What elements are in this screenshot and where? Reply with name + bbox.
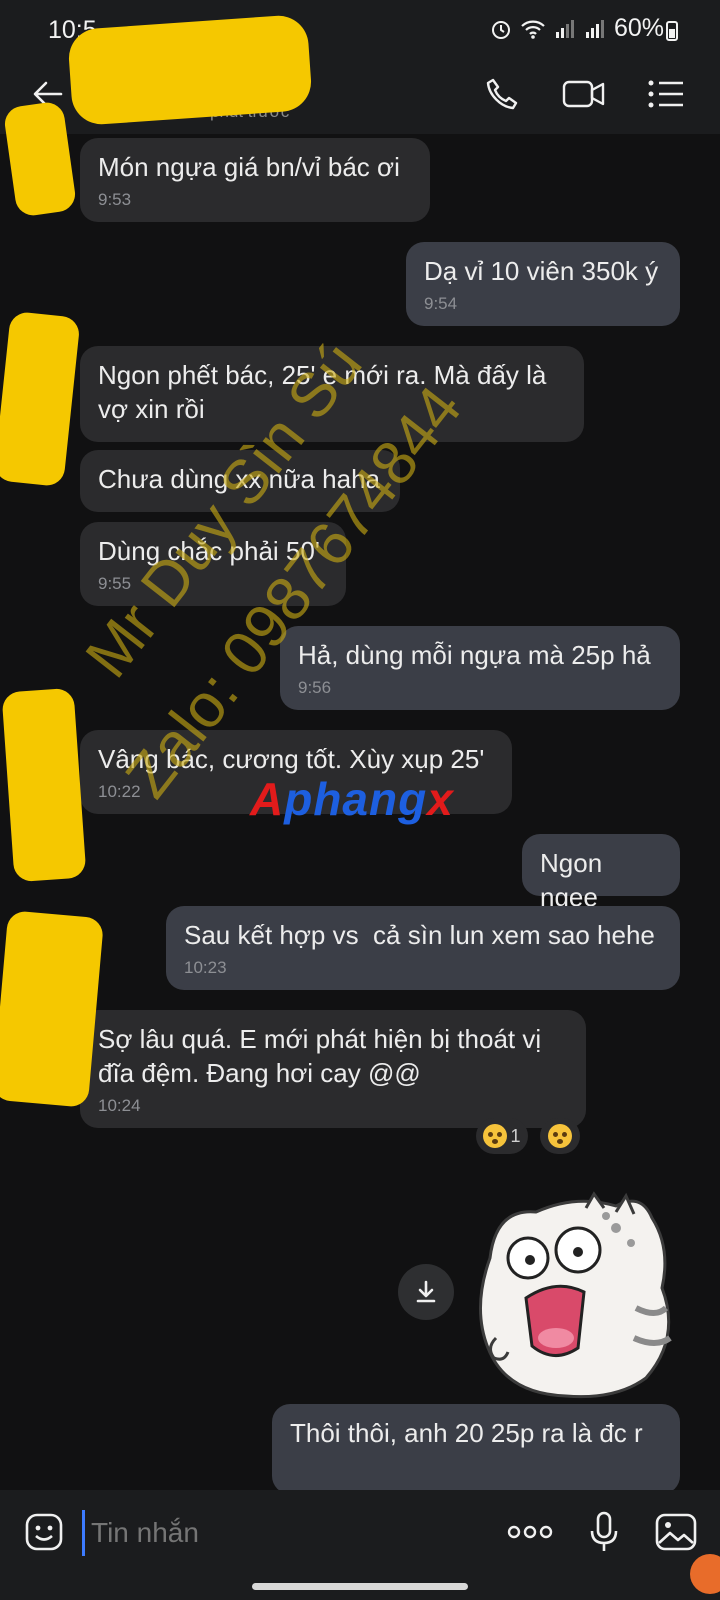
watermark-logo: Aphangx bbox=[250, 773, 454, 825]
signal-icon bbox=[585, 19, 604, 38]
message-input[interactable] bbox=[82, 1510, 473, 1556]
cat-sticker[interactable] bbox=[466, 1188, 686, 1408]
home-gesture-bar[interactable] bbox=[252, 1583, 468, 1590]
emoji-button[interactable] bbox=[16, 1504, 72, 1560]
status-icons: 60% bbox=[490, 14, 664, 43]
message-time: 10:24 bbox=[98, 1096, 141, 1115]
redaction-mark bbox=[0, 310, 81, 488]
message-time: 10:23 bbox=[184, 958, 227, 977]
list-menu-icon bbox=[648, 80, 683, 108]
message-bubble[interactable]: Thôi thôi, anh 20 25p ra là đc r bbox=[272, 1404, 680, 1494]
download-button[interactable] bbox=[398, 1264, 454, 1320]
video-call-button[interactable] bbox=[556, 66, 612, 122]
signal-icon bbox=[555, 19, 574, 38]
alarm-icon bbox=[491, 20, 510, 39]
smiley-icon bbox=[25, 1513, 63, 1551]
message-time: 9:53 bbox=[98, 190, 132, 209]
redaction-mark bbox=[0, 910, 105, 1108]
call-button[interactable] bbox=[474, 66, 530, 122]
battery-icon bbox=[666, 21, 678, 41]
message-bubble[interactable]: Dạ vỉ 10 viên 350k ý 9:54 bbox=[406, 242, 680, 326]
wifi-icon bbox=[521, 20, 545, 39]
more-horizontal-icon bbox=[507, 1525, 553, 1539]
surprised-emoji-icon bbox=[548, 1124, 572, 1148]
battery-percent: 60% bbox=[613, 14, 664, 42]
voice-message-button[interactable] bbox=[576, 1504, 632, 1560]
more-options-button[interactable] bbox=[502, 1504, 558, 1560]
menu-button[interactable] bbox=[638, 66, 694, 122]
message-bubble[interactable]: Sợ lâu quá. E mới phát hiện bị thoát vị … bbox=[80, 1010, 586, 1128]
surprised-emoji-icon bbox=[483, 1124, 508, 1148]
reaction-count-badge[interactable]: 1 bbox=[476, 1118, 528, 1154]
phone-icon bbox=[486, 78, 518, 110]
add-reaction-button[interactable] bbox=[540, 1118, 580, 1154]
message-bubble[interactable]: Món ngựa giá bn/vỉ bác ơi 9:53 bbox=[80, 138, 430, 222]
gallery-button[interactable] bbox=[648, 1504, 704, 1560]
message-bubble[interactable]: Ngon ngee bbox=[522, 834, 680, 912]
video-camera-icon bbox=[562, 80, 605, 108]
message-time: 9:56 bbox=[298, 678, 332, 697]
message-bubble[interactable]: Sau kết hợp vs cả sìn lun xem sao hehe 1… bbox=[166, 906, 680, 990]
image-icon bbox=[655, 1513, 697, 1551]
microphone-icon bbox=[590, 1511, 618, 1551]
message-time: 9:54 bbox=[424, 294, 458, 313]
redaction-mark bbox=[1, 687, 87, 883]
redaction-mark bbox=[66, 13, 314, 127]
cat-sticker-image bbox=[479, 1191, 672, 1399]
message-bubble[interactable]: Hả, dùng mỗi ngựa mà 25p hả 9:56 bbox=[280, 626, 680, 710]
download-icon bbox=[416, 1280, 436, 1303]
